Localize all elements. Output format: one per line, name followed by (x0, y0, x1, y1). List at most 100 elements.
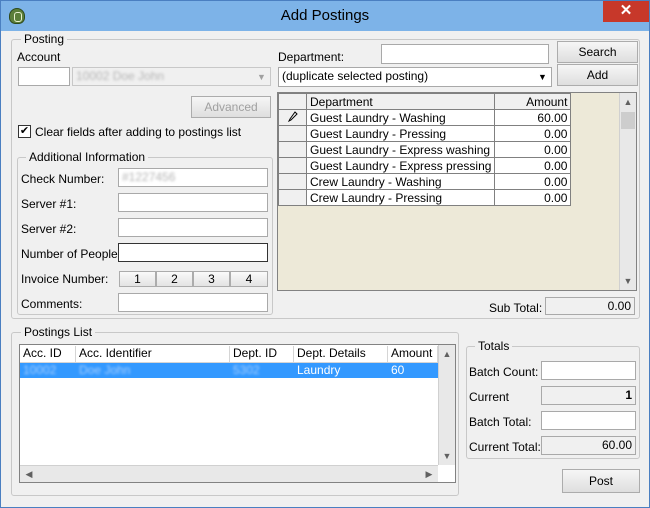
row-selector-header (278, 93, 307, 110)
postings-list-legend: Postings List (21, 325, 96, 339)
row-selector[interactable] (278, 189, 307, 206)
postings-list-header: Acc. ID Acc. Identifier Dept. ID Dept. D… (20, 345, 455, 363)
add-postings-window: Add Postings ✕ Posting Account 10002 Doe… (0, 0, 650, 508)
postings-list-vscrollbar[interactable]: ▲ ▼ (438, 345, 455, 465)
amount-cell[interactable]: 60.00 (494, 109, 572, 126)
column-header-amount[interactable]: Amount (388, 346, 438, 362)
invoice-segment-1[interactable]: 1 (119, 271, 156, 287)
account-label: Account (17, 50, 61, 64)
department-cell[interactable]: Crew Laundry - Washing (305, 173, 496, 190)
batch-count-label: Batch Count: (469, 365, 539, 379)
server2-input[interactable] (118, 218, 268, 237)
scroll-up-icon[interactable]: ▲ (620, 94, 636, 110)
comments-input[interactable] (118, 293, 268, 312)
scroll-thumb[interactable] (621, 112, 635, 129)
row-selector[interactable] (278, 141, 307, 158)
department-cell[interactable]: Crew Laundry - Pressing (305, 189, 496, 206)
department-cell[interactable]: Guest Laundry - Washing (305, 109, 496, 126)
invoice-segment-4[interactable]: 4 (230, 271, 268, 287)
dept-id-cell: 5302 (233, 363, 260, 377)
department-cell[interactable]: Guest Laundry - Pressing (305, 125, 496, 142)
clear-fields-checkbox[interactable]: ✔ (18, 125, 31, 138)
amount-cell[interactable]: 0.00 (494, 157, 572, 174)
add-button[interactable]: Add (557, 64, 638, 86)
department-row[interactable]: Guest Laundry - Washing 60.00 (278, 109, 572, 126)
postings-list-view[interactable]: Acc. ID Acc. Identifier Dept. ID Dept. D… (19, 344, 456, 483)
totals-legend: Totals (475, 339, 513, 353)
close-button[interactable]: ✕ (603, 1, 649, 22)
department-row[interactable]: Crew Laundry - Pressing 0.00 (278, 189, 572, 206)
batch-count-input[interactable] (541, 361, 636, 380)
search-button[interactable]: Search (557, 41, 638, 63)
clear-fields-label: Clear fields after adding to postings li… (35, 125, 242, 139)
scroll-left-icon[interactable]: ◀ (21, 466, 37, 482)
scroll-down-icon[interactable]: ▼ (620, 273, 636, 289)
amount-cell[interactable]: 0.00 (494, 173, 572, 190)
batch-total-label: Batch Total: (469, 415, 532, 429)
subtotal-label: Sub Total: (489, 301, 543, 315)
row-selector[interactable] (278, 173, 307, 190)
invoice-segment-2[interactable]: 2 (156, 271, 193, 287)
amount-cell[interactable]: 0.00 (494, 189, 572, 206)
pencil-icon-graphic (287, 110, 298, 122)
window-title: Add Postings (280, 7, 370, 24)
department-row[interactable]: Guest Laundry - Express washing 0.00 (278, 141, 572, 158)
check-number-input[interactable]: #1227456 (118, 168, 268, 187)
number-of-people-label: Number of People: (21, 247, 122, 261)
advanced-button[interactable]: Advanced (191, 96, 271, 118)
chevron-down-icon[interactable]: ▼ (254, 69, 269, 85)
amount-cell: 60 (391, 363, 405, 377)
posting-row[interactable]: 10002 Doe John 5302 Laundry 60 (20, 363, 440, 378)
column-header-acc-identifier[interactable]: Acc. Identifier (76, 346, 230, 362)
department-grid-scrollbar[interactable]: ▲ ▼ (619, 93, 636, 290)
department-row[interactable]: Crew Laundry - Washing 0.00 (278, 173, 572, 190)
invoice-number-label: Invoice Number: (21, 272, 109, 286)
scroll-right-icon[interactable]: ▶ (421, 466, 437, 482)
column-header-acc-id[interactable]: Acc. ID (20, 346, 76, 362)
department-cell[interactable]: Guest Laundry - Express pressing (305, 157, 496, 174)
department-table: Department Amount Guest Laundry - Washin… (278, 93, 572, 206)
invoice-segment-3[interactable]: 3 (193, 271, 230, 287)
server1-label: Server #1: (21, 197, 77, 211)
additional-info-legend: Additional Information (26, 150, 149, 164)
chevron-down-icon[interactable]: ▼ (535, 69, 550, 86)
department-grid[interactable]: Department Amount Guest Laundry - Washin… (277, 92, 637, 291)
check-number-label: Check Number: (21, 172, 105, 186)
department-cell[interactable]: Guest Laundry - Express washing (305, 141, 496, 158)
posting-legend: Posting (21, 32, 68, 46)
current-total-label: Current Total: (469, 440, 541, 454)
department-row[interactable]: Guest Laundry - Pressing 0.00 (278, 125, 572, 142)
subtotal-value: 0.00 (545, 297, 635, 315)
postings-list-hscrollbar[interactable]: ◀ ▶ (20, 465, 438, 482)
current-label: Current (469, 390, 510, 404)
account-name-value: 10002 Doe John (76, 69, 165, 83)
current-total-value: 60.00 (541, 436, 636, 455)
column-header-dept-details[interactable]: Dept. Details (294, 346, 388, 362)
department-label: Department: (278, 50, 345, 64)
number-of-people-input[interactable] (118, 243, 268, 262)
comments-label: Comments: (21, 297, 83, 311)
department-search-input[interactable] (381, 44, 549, 64)
row-selector[interactable] (278, 125, 307, 142)
column-header-department[interactable]: Department (305, 93, 496, 110)
current-value: 1 (541, 386, 636, 405)
row-selector[interactable] (278, 157, 307, 174)
department-row[interactable]: Guest Laundry - Express pressing 0.00 (278, 157, 572, 174)
checkmark-icon: ✔ (19, 125, 30, 137)
title-bar[interactable]: Add Postings ✕ (1, 1, 649, 31)
amount-cell[interactable]: 0.00 (494, 125, 572, 142)
scroll-down-icon[interactable]: ▼ (439, 448, 455, 464)
account-name-combo[interactable]: 10002 Doe John ▼ (72, 67, 271, 86)
acc-identifier-cell: Doe John (79, 363, 131, 377)
scroll-up-icon[interactable]: ▲ (439, 346, 455, 362)
column-header-dept-id[interactable]: Dept. ID (230, 346, 294, 362)
department-select[interactable]: (duplicate selected posting) ▼ (278, 67, 552, 87)
column-header-amount[interactable]: Amount (494, 93, 572, 110)
pencil-icon (278, 109, 307, 126)
server1-input[interactable] (118, 193, 268, 212)
batch-total-input[interactable] (541, 411, 636, 430)
amount-cell[interactable]: 0.00 (494, 141, 572, 158)
post-button[interactable]: Post (562, 469, 640, 493)
account-code-input[interactable] (18, 67, 70, 86)
department-select-value: (duplicate selected posting) (282, 69, 429, 83)
